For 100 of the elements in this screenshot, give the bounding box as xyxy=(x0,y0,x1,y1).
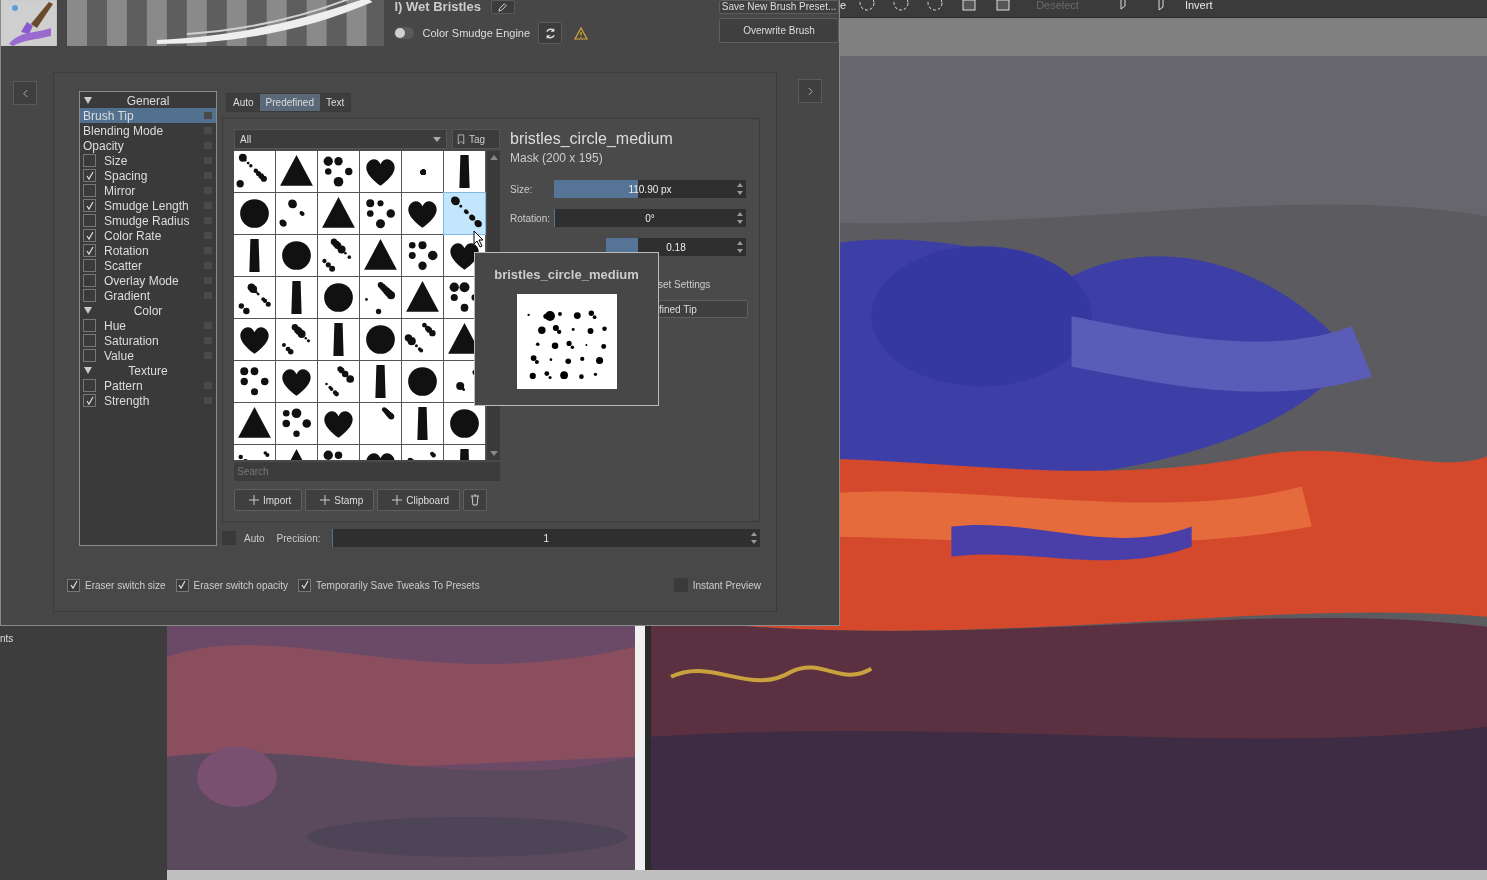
option-item[interactable]: Mirror xyxy=(80,183,216,198)
spin-arrows-icon[interactable] xyxy=(736,182,744,196)
spin-arrows-icon[interactable] xyxy=(750,531,758,545)
brush-tip-thumbnail[interactable] xyxy=(444,193,485,234)
search-field[interactable]: Search xyxy=(234,462,500,481)
brush-tip-thumbnail[interactable] xyxy=(234,151,275,192)
checkbox[interactable] xyxy=(298,578,312,592)
slider-value: 0.18 xyxy=(666,241,686,253)
option-item[interactable]: Scatter xyxy=(80,258,216,273)
option-item[interactable]: Size xyxy=(80,153,216,168)
checkbox[interactable] xyxy=(83,214,96,227)
brush-tip-thumbnail[interactable] xyxy=(360,235,401,276)
brush-tip-thumbnail[interactable] xyxy=(318,319,359,360)
option-item[interactable]: Overlay Mode xyxy=(80,273,216,288)
brush-tip-thumbnail[interactable] xyxy=(276,319,317,360)
tab[interactable]: Predefined xyxy=(259,94,320,111)
option-item[interactable]: Value xyxy=(80,348,216,363)
option-item[interactable]: Rotation xyxy=(80,243,216,258)
action-button[interactable]: Clipboard xyxy=(377,489,461,511)
brush-tip-thumbnail[interactable] xyxy=(360,277,401,318)
brush-tip-thumbnail[interactable] xyxy=(318,361,359,402)
option-item[interactable]: Saturation xyxy=(80,333,216,348)
tooltip-title: bristles_circle_medium xyxy=(494,267,639,282)
brush-tip-thumbnail[interactable] xyxy=(318,277,359,318)
slider[interactable]: 110.90 px xyxy=(554,180,746,198)
option-item[interactable]: Brush Tip xyxy=(80,108,216,123)
brush-tip-thumbnail[interactable] xyxy=(360,193,401,234)
checkbox[interactable] xyxy=(83,319,96,332)
checkbox[interactable] xyxy=(67,578,80,592)
brush-tip-thumbnail[interactable] xyxy=(234,361,275,402)
checkbox[interactable] xyxy=(83,274,96,287)
tool-icon[interactable] xyxy=(1118,0,1127,12)
brush-tip-thumbnail[interactable] xyxy=(318,193,359,234)
brush-tip-thumbnail[interactable] xyxy=(276,235,317,276)
brush-thumbnail xyxy=(1,0,57,46)
checkbox[interactable] xyxy=(83,244,96,257)
checkbox[interactable] xyxy=(83,199,96,212)
checkbox[interactable] xyxy=(83,259,96,272)
option-item[interactable]: Blending Mode xyxy=(80,123,216,138)
brush-tip-thumbnail[interactable] xyxy=(402,151,443,192)
option-item[interactable]: Hue xyxy=(80,318,216,333)
brush-tip-thumbnail[interactable] xyxy=(402,361,443,402)
checkbox[interactable] xyxy=(83,349,96,362)
slider[interactable]: 0° xyxy=(554,209,746,227)
brush-tip-thumbnail[interactable] xyxy=(360,151,401,192)
brush-tip-thumbnail[interactable] xyxy=(276,151,317,192)
checkbox[interactable] xyxy=(83,379,96,392)
tool-icon[interactable] xyxy=(1156,0,1165,12)
action-button[interactable]: Import xyxy=(234,489,303,511)
checkbox[interactable] xyxy=(83,394,96,407)
brush-tip-thumbnail[interactable] xyxy=(234,277,275,318)
reload-button[interactable] xyxy=(538,22,563,44)
spin-arrows-icon[interactable] xyxy=(736,240,744,254)
toolbar-label[interactable]: e xyxy=(840,0,847,11)
checkbox[interactable] xyxy=(83,334,96,347)
brush-tip-thumbnail[interactable] xyxy=(402,193,443,234)
invert-button[interactable]: Invert xyxy=(1184,0,1213,11)
checkbox[interactable] xyxy=(83,184,96,197)
brush-tip-thumbnail[interactable] xyxy=(234,319,275,360)
tag-button[interactable]: Tag xyxy=(452,129,500,149)
option-item[interactable]: Color Rate xyxy=(80,228,216,243)
overwrite-button[interactable]: Overwrite Brush xyxy=(719,18,839,43)
brush-tip-thumbnail[interactable] xyxy=(402,277,443,318)
edit-button[interactable] xyxy=(490,0,515,14)
save-preset-button[interactable]: Save New Brush Preset... xyxy=(719,0,839,14)
brush-tip-thumbnail[interactable] xyxy=(276,193,317,234)
brush-tip-thumbnail[interactable] xyxy=(276,277,317,318)
checkbox[interactable] xyxy=(83,154,96,167)
horizontal-scrollbar[interactable] xyxy=(167,870,1487,880)
brush-tip-thumbnail[interactable] xyxy=(402,235,443,276)
checkbox[interactable] xyxy=(83,289,96,302)
brush-tip-thumbnail[interactable] xyxy=(444,151,485,192)
checkbox[interactable] xyxy=(83,229,96,242)
brush-tip-thumbnail[interactable] xyxy=(402,319,443,360)
filter-dropdown[interactable]: All xyxy=(234,129,447,149)
delete-button[interactable] xyxy=(463,489,488,511)
option-item[interactable]: Opacity xyxy=(80,138,216,153)
brush-tip-thumbnail[interactable] xyxy=(276,361,317,402)
toggle-switch[interactable] xyxy=(394,27,415,39)
option-item[interactable]: Smudge Length xyxy=(80,198,216,213)
brush-tip-thumbnail[interactable] xyxy=(360,361,401,402)
scroll-up-icon[interactable] xyxy=(489,155,498,160)
spin-arrows-icon[interactable] xyxy=(736,211,744,225)
brush-tip-thumbnail[interactable] xyxy=(360,319,401,360)
slider[interactable]: 1 xyxy=(332,529,760,547)
option-item[interactable]: Strength xyxy=(80,393,216,408)
brush-tip-thumbnail[interactable] xyxy=(318,235,359,276)
option-item[interactable]: Gradient xyxy=(80,288,216,303)
action-button[interactable]: Stamp xyxy=(305,489,375,511)
checkbox[interactable] xyxy=(175,578,189,592)
brush-tip-thumbnail[interactable] xyxy=(234,193,275,234)
brush-tip-thumbnail[interactable] xyxy=(234,235,275,276)
option-item[interactable]: Smudge Radius xyxy=(80,213,216,228)
slider[interactable]: 0.18 xyxy=(606,238,746,256)
checkbox[interactable] xyxy=(83,169,96,182)
tip-button[interactable]: fined Tip xyxy=(658,300,748,318)
brush-tip-thumbnail[interactable] xyxy=(318,151,359,192)
option-item[interactable]: Spacing xyxy=(80,168,216,183)
scroll-down-icon[interactable] xyxy=(489,451,498,456)
option-item[interactable]: Pattern xyxy=(80,378,216,393)
